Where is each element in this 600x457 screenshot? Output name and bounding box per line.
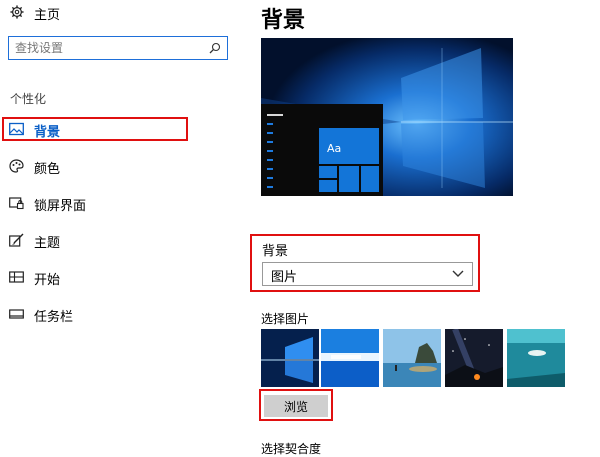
sidebar-item-start[interactable]: 开始: [0, 263, 240, 291]
background-type-dropdown[interactable]: 图片: [262, 262, 473, 286]
search-icon[interactable]: [209, 42, 221, 54]
picture-thumbnail-rocks[interactable]: [383, 329, 441, 387]
background-type-label: 背景: [262, 244, 289, 259]
chevron-down-icon: [452, 270, 464, 277]
choose-picture-label: 选择图片: [261, 312, 310, 326]
start-menu-list-preview: [267, 114, 283, 195]
highlight-box-background-item: [2, 117, 188, 141]
start-menu-preview: Aa: [261, 104, 383, 196]
theme-brush-icon: [9, 233, 24, 247]
tile-large: Aa: [319, 128, 379, 164]
tile-small: [361, 166, 379, 192]
home-nav-item[interactable]: 主页: [0, 0, 240, 26]
dropdown-selected-value: 图片: [271, 270, 298, 285]
sidebar-item-taskbar[interactable]: 任务栏: [0, 300, 240, 328]
sidebar-item-lock-screen[interactable]: 锁屏界面: [0, 189, 240, 217]
sidebar-item-colors[interactable]: 颜色: [0, 152, 240, 180]
page-title: 背景: [261, 8, 306, 33]
choose-fit-label: 选择契合度: [261, 442, 322, 456]
tile-small: [339, 166, 359, 192]
search-input[interactable]: [15, 39, 205, 57]
palette-icon: [9, 159, 24, 173]
tile-small: [319, 180, 337, 192]
start-menu-icon: [9, 271, 24, 283]
browse-button[interactable]: 浏览: [264, 395, 328, 417]
settings-search-box[interactable]: [8, 36, 228, 60]
tile-small: [319, 166, 337, 178]
sidebar-item-label: 颜色: [34, 162, 61, 177]
sidebar-item-label: 开始: [34, 273, 61, 288]
settings-sidebar: 主页 个性化 背景 颜色 锁屏界面: [0, 0, 240, 450]
home-label: 主页: [34, 8, 61, 23]
picture-thumbnail-night-sky[interactable]: [445, 329, 503, 387]
start-tiles-preview: Aa: [319, 128, 379, 192]
picture-thumbnail-underwater[interactable]: [507, 329, 565, 387]
background-settings-panel: 背景 Aa 背景 图片 选择图片 浏览 选择契合度: [240, 0, 600, 456]
sidebar-item-themes[interactable]: 主题: [0, 226, 240, 254]
personalization-section-title: 个性化: [10, 92, 47, 106]
desktop-preview: Aa: [261, 38, 513, 196]
gear-icon: [10, 5, 24, 19]
taskbar-icon: [9, 309, 24, 319]
picture-thumbnail-windows[interactable]: [261, 329, 319, 387]
sidebar-item-label: 主题: [34, 236, 61, 251]
sidebar-item-label: 锁屏界面: [34, 199, 87, 214]
tile-text: Aa: [327, 142, 342, 155]
lock-screen-icon: [9, 197, 24, 210]
picture-thumbnail-coast[interactable]: [321, 329, 379, 387]
sidebar-item-label: 任务栏: [34, 310, 74, 325]
